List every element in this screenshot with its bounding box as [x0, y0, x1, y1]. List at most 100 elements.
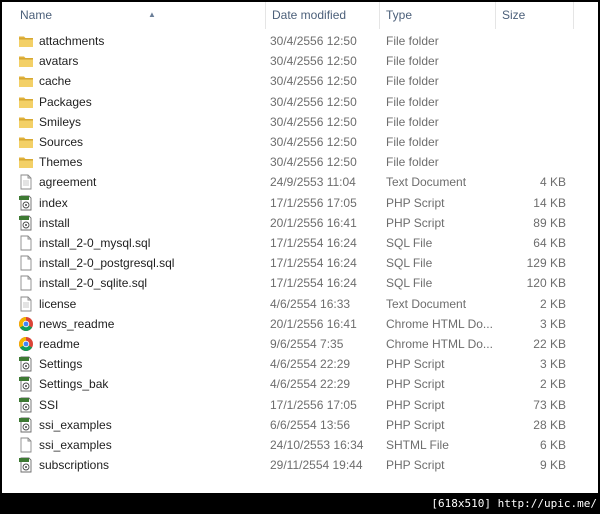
file-type: Chrome HTML Do...: [386, 316, 493, 331]
file-row[interactable]: readme 9/6/2554 7:35 Chrome HTML Do... 22 K…: [2, 334, 598, 354]
php-script-icon: [18, 457, 34, 473]
column-header-size[interactable]: Size: [496, 2, 574, 29]
file-name: install_2-0_postgresql.sql: [39, 256, 175, 271]
text-document-icon: [18, 296, 34, 312]
file-row[interactable]: install 20/1/2556 16:41 PHP Script 89 KB: [2, 213, 598, 233]
file-size: 6 KB: [539, 438, 566, 452]
file-date: 17/1/2554 16:24: [270, 256, 357, 271]
file-date: 30/4/2556 12:50: [270, 74, 357, 89]
file-row[interactable]: cache 30/4/2556 12:50 File folder: [2, 71, 598, 91]
file-date: 4/6/2554 22:29: [270, 357, 351, 372]
file-name: news_readme: [39, 316, 115, 331]
column-header-type-label: Type: [386, 8, 413, 22]
file-row[interactable]: news_readme 20/1/2556 16:41 Chrome HTML Do…: [2, 314, 598, 334]
file-row[interactable]: license 4/6/2554 16:33 Text Document 2 KB: [2, 294, 598, 314]
file-row[interactable]: index 17/1/2556 17:05 PHP Script 14 KB: [2, 193, 598, 213]
file-size: 2 KB: [539, 296, 566, 311]
file-date: 4/6/2554 22:29: [270, 377, 351, 392]
php-script-icon: [18, 215, 34, 231]
column-header-date-label: Date modified: [272, 8, 347, 22]
file-size: 3 KB: [539, 316, 566, 331]
php-script-icon: [18, 397, 34, 413]
shtml-file-icon: [18, 437, 34, 453]
file-type: File folder: [386, 94, 439, 109]
file-name-cell: Settings: [18, 354, 263, 374]
file-row[interactable]: install_2-0_postgresql.sql 17/1/2554 16:2…: [2, 253, 598, 273]
file-row[interactable]: ssi_examples 24/10/2553 16:34 SHTML File 6 …: [2, 435, 598, 455]
file-type: PHP Script: [386, 195, 445, 210]
file-size: 3 KB: [539, 357, 566, 372]
folder-icon: [18, 33, 34, 49]
file-name-cell: install: [18, 213, 263, 233]
file-name: cache: [39, 74, 72, 89]
file-name: attachments: [39, 34, 105, 48]
file-size: 4 KB: [539, 175, 566, 190]
file-row[interactable]: subscriptions 29/11/2554 19:44 PHP Script 9…: [2, 455, 598, 475]
php-script-icon: [18, 356, 34, 372]
folder-icon: [18, 134, 34, 150]
file-row[interactable]: Themes 30/4/2556 12:50 File folder: [2, 152, 598, 172]
file-type: File folder: [386, 114, 439, 129]
file-name-cell: install_2-0_mysql.sql: [18, 233, 263, 253]
file-row[interactable]: ssi_examples 6/6/2554 13:56 PHP Script 28 K…: [2, 415, 598, 435]
file-date: 17/1/2556 17:05: [270, 397, 357, 412]
file-name: Smileys: [39, 114, 82, 129]
file-row[interactable]: attachments 30/4/2556 12:50 File folder: [2, 31, 598, 51]
folder-icon: [18, 114, 34, 130]
file-row[interactable]: SSI 17/1/2556 17:05 PHP Script 73 KB: [2, 395, 598, 415]
chrome-icon: [18, 316, 34, 332]
file-size: [498, 132, 566, 152]
file-name-cell: SSI: [18, 395, 263, 415]
column-header-type[interactable]: Type: [380, 2, 496, 29]
file-size: [498, 92, 566, 112]
file-type: File folder: [386, 54, 439, 69]
file-name: readme: [39, 337, 80, 351]
file-row[interactable]: install_2-0_sqlite.sql 17/1/2554 16:24 SQL…: [2, 273, 598, 293]
file-type: SQL File: [386, 236, 433, 250]
file-row[interactable]: avatars 30/4/2556 12:50 File folder: [2, 51, 598, 71]
php-script-icon: [18, 195, 34, 211]
file-row[interactable]: Sources 30/4/2556 12:50 File folder: [2, 132, 598, 152]
column-header-bar: Name ▲ Date modified Type Size: [2, 2, 598, 29]
file-name-cell: license: [18, 294, 263, 314]
file-date: 17/1/2556 17:05: [270, 195, 357, 210]
file-type: PHP Script: [386, 397, 445, 412]
file-row[interactable]: Packages 30/4/2556 12:50 File folder: [2, 92, 598, 112]
file-date: 30/4/2556 12:50: [270, 155, 357, 170]
file-name: Packages: [39, 94, 92, 109]
file-date: 17/1/2554 16:24: [270, 236, 357, 250]
file-name-cell: Sources: [18, 132, 263, 152]
file-row[interactable]: Settings 4/6/2554 22:29 PHP Script 3 KB: [2, 354, 598, 374]
file-explorer-window: Name ▲ Date modified Type Size attachmen…: [2, 2, 598, 493]
file-row[interactable]: Settings_bak 4/6/2554 22:29 PHP Script 2 KB: [2, 374, 598, 394]
file-type: Text Document: [386, 296, 467, 311]
file-size: 2 KB: [539, 377, 566, 392]
column-header-name-label: Name: [20, 8, 53, 22]
column-header-date[interactable]: Date modified: [266, 2, 380, 29]
file-name: install: [39, 215, 70, 230]
file-row[interactable]: install_2-0_mysql.sql 17/1/2554 16:24 SQL …: [2, 233, 598, 253]
sql-file-icon: [18, 275, 34, 291]
file-row[interactable]: Smileys 30/4/2556 12:50 File folder: [2, 112, 598, 132]
file-date: 6/6/2554 13:56: [270, 417, 351, 432]
php-script-icon: [18, 376, 34, 392]
file-type: File folder: [386, 135, 439, 149]
file-type: SHTML File: [386, 438, 449, 452]
column-header-name[interactable]: Name ▲: [14, 2, 266, 29]
file-date: 30/4/2556 12:50: [270, 34, 357, 48]
file-size: [498, 112, 566, 132]
file-name-cell: Smileys: [18, 112, 263, 132]
file-type: SQL File: [386, 256, 433, 271]
file-date: 9/6/2554 7:35: [270, 337, 344, 351]
file-name: ssi_examples: [39, 417, 112, 432]
file-size: 9 KB: [539, 458, 566, 473]
file-name-cell: install_2-0_postgresql.sql: [18, 253, 263, 273]
file-name-cell: news_readme: [18, 314, 263, 334]
file-row[interactable]: agreement 24/9/2553 11:04 Text Document 4 K…: [2, 172, 598, 192]
file-size: 64 KB: [533, 236, 566, 250]
sort-ascending-icon: ▲: [148, 10, 156, 19]
text-document-icon: [18, 174, 34, 190]
chrome-icon: [18, 336, 34, 352]
file-type: Chrome HTML Do...: [386, 337, 493, 351]
file-size: 73 KB: [533, 397, 566, 412]
